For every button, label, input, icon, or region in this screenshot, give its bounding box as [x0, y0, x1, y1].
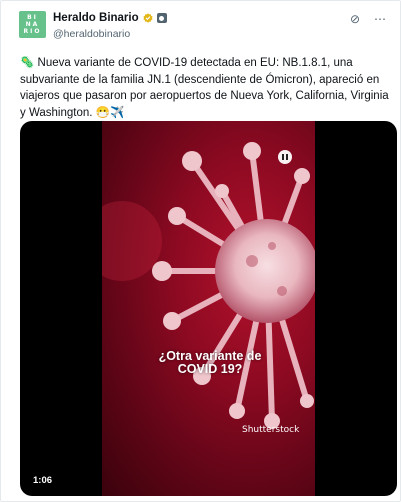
pause-icon-bar: [282, 154, 284, 160]
tweet-card: BI NA RIO Heraldo Binario @heraldobinari…: [0, 0, 401, 502]
author-name[interactable]: Heraldo Binario: [53, 12, 139, 24]
grok-icon[interactable]: ⊘: [350, 13, 360, 25]
author-handle[interactable]: @heraldobinario: [53, 28, 130, 40]
affiliate-badge-icon: [156, 13, 167, 23]
shutterstock-watermark: Shutterstock: [242, 425, 300, 435]
pause-icon-bar: [286, 154, 288, 160]
tweet-actions-top: ⊘ ⋯: [350, 13, 386, 25]
avatar-line-1: BI: [27, 14, 38, 21]
video-caption-line-2: COVID 19?: [177, 362, 243, 376]
author-avatar[interactable]: BI NA RIO: [19, 11, 46, 38]
avatar-line-3: RIO: [23, 28, 42, 35]
pause-button[interactable]: [278, 150, 292, 164]
more-options-icon[interactable]: ⋯: [374, 13, 386, 25]
virus-emoji-icon: 🦠: [20, 57, 35, 69]
video-frame: ¿Otra variante de COVID 19? Shutterstock: [102, 121, 315, 496]
video-timestamp: 1:06: [33, 475, 53, 486]
verified-badge-icon: [143, 13, 153, 23]
video-player[interactable]: ¿Otra variante de COVID 19? Shutterstock…: [20, 121, 397, 496]
virus-illustration: [102, 142, 315, 429]
avatar-line-2: NA: [25, 21, 40, 28]
video-caption: ¿Otra variante de COVID 19?: [150, 350, 270, 376]
tweet-text-body: Nueva variante de COVID-19 detectada en …: [20, 57, 389, 119]
author-name-row: Heraldo Binario: [53, 12, 167, 24]
tweet-text: 🦠 Nueva variante de COVID-19 detectada e…: [20, 55, 390, 121]
